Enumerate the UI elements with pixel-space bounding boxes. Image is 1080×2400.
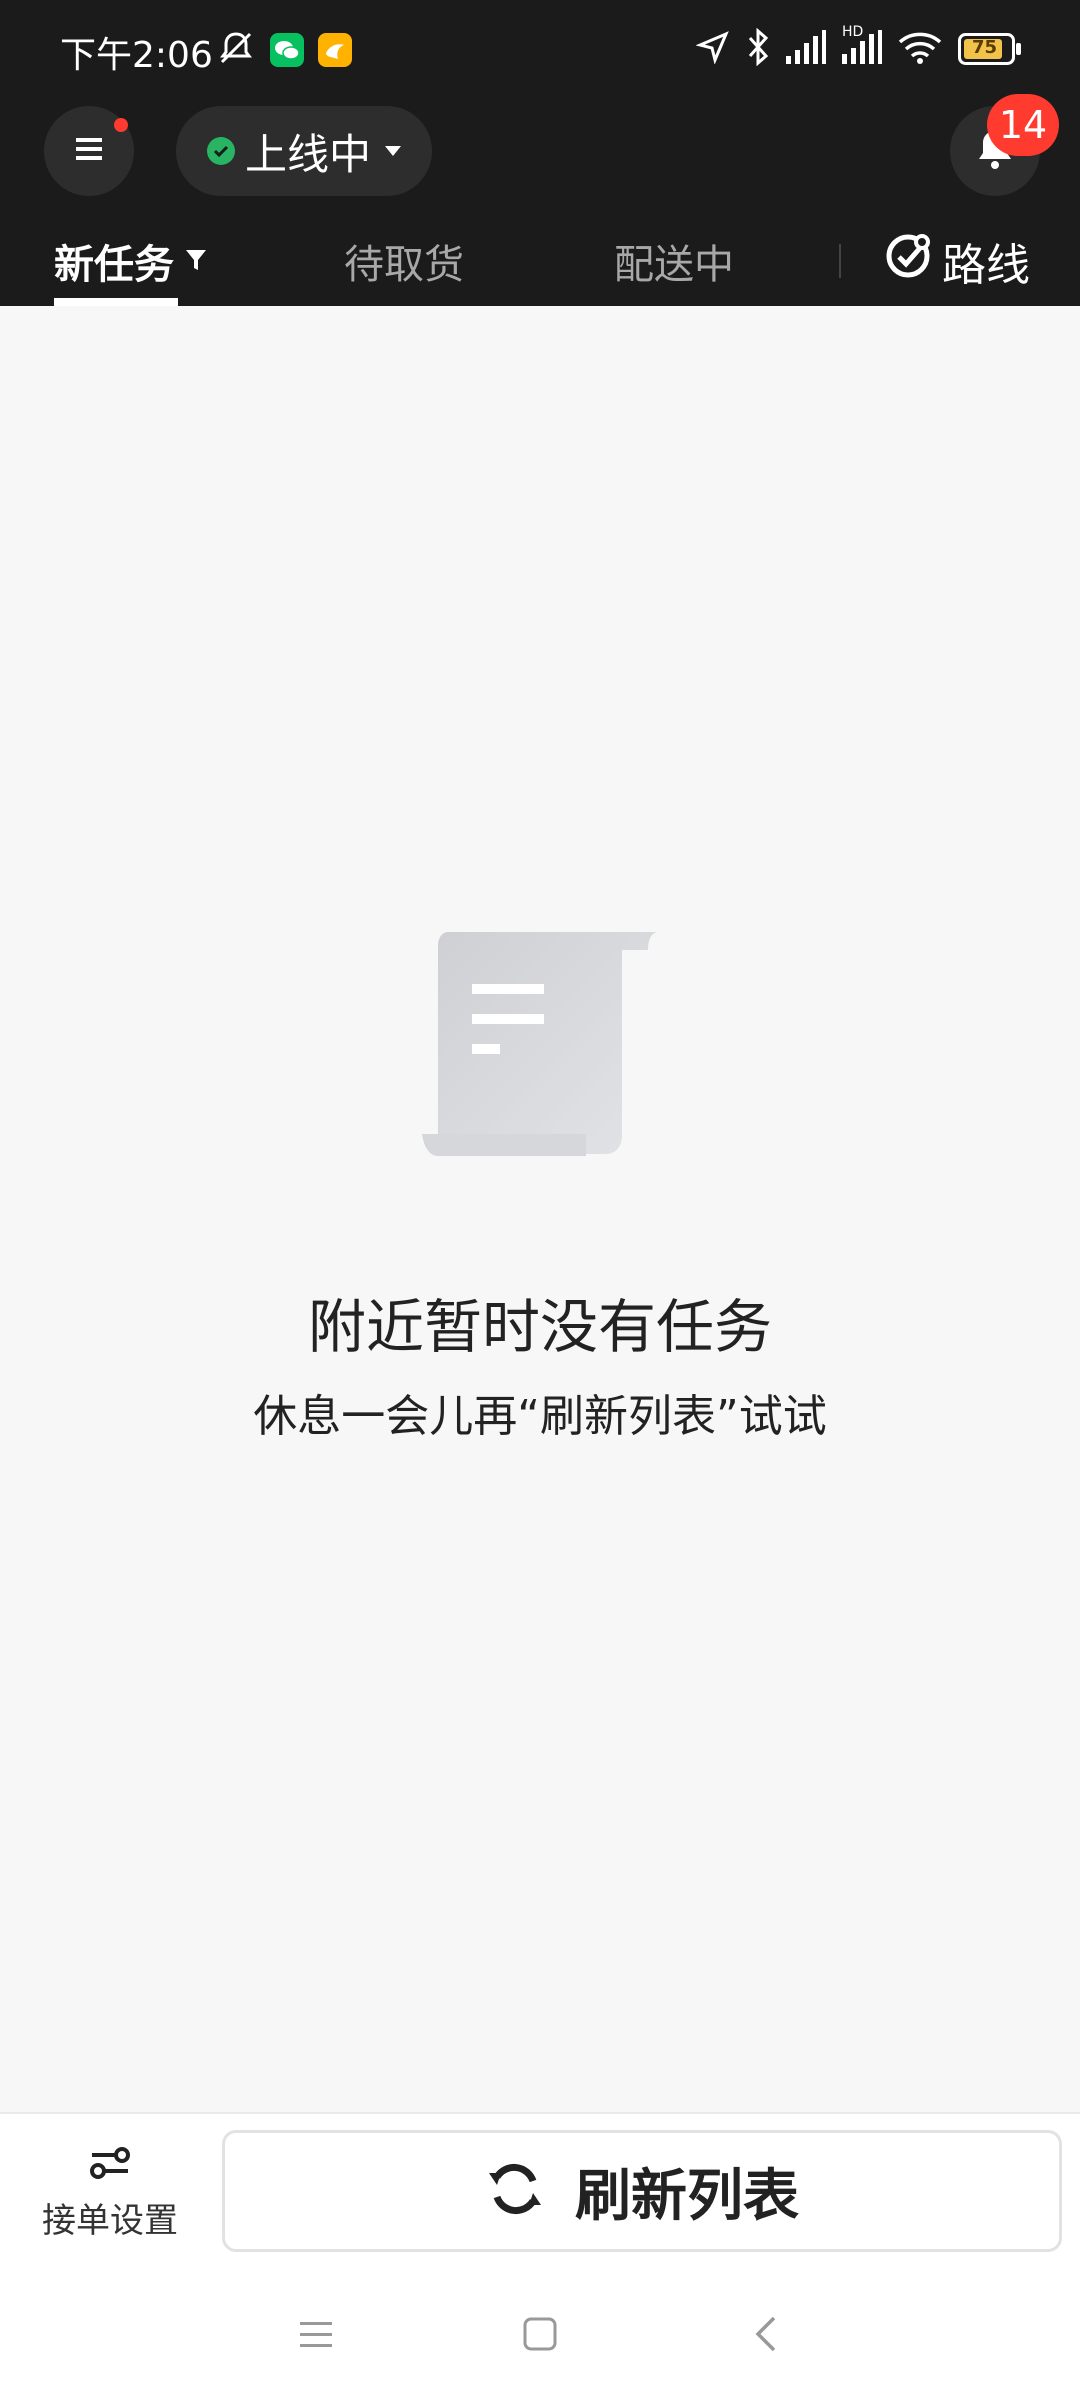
- tab-delivering[interactable]: 配送中: [614, 216, 734, 306]
- route-button[interactable]: 路线: [884, 216, 1030, 306]
- filter-icon: [184, 238, 208, 284]
- system-nav-bar: [0, 2270, 1080, 2400]
- unread-dot: [114, 118, 128, 132]
- menu-button[interactable]: [44, 106, 134, 196]
- bluetooth-icon: [746, 27, 770, 70]
- tab-label: 待取货: [344, 242, 464, 288]
- active-tab-indicator: [54, 298, 178, 306]
- route-label: 路线: [942, 240, 1030, 291]
- status-left-icons: [216, 28, 352, 72]
- recent-apps-icon[interactable]: [298, 2318, 334, 2356]
- tab-label: 新任务: [54, 242, 174, 288]
- refresh-list-button[interactable]: 刷新列表: [222, 2130, 1062, 2252]
- status-time: 下午2:06: [60, 35, 213, 76]
- route-icon: [884, 232, 932, 291]
- tab-awaiting-pickup[interactable]: 待取货: [344, 216, 464, 306]
- refresh-list-label: 刷新列表: [575, 2163, 799, 2229]
- tab-divider: [839, 244, 841, 278]
- wechat-icon: [270, 33, 304, 67]
- app-notification-icon: [318, 33, 352, 67]
- menu-icon: [74, 134, 104, 168]
- home-icon[interactable]: [522, 2316, 558, 2356]
- status-bar: 下午2:06 HD 75: [0, 0, 1080, 96]
- network-label: HD: [842, 24, 864, 40]
- document-scroll-icon: [420, 924, 660, 1168]
- status-right-icons: HD 75: [695, 24, 1022, 70]
- tab-label: 配送中: [614, 242, 734, 288]
- battery-icon: 75: [958, 33, 1022, 65]
- tab-new-tasks[interactable]: 新任务: [54, 216, 208, 306]
- check-circle-icon: [206, 137, 235, 165]
- app-header: 上线中 14 新任务 待取货 配送中 路线: [0, 94, 1080, 306]
- mute-notification-icon: [216, 28, 256, 72]
- bottom-action-bar: 接单设置 刷新列表: [0, 2112, 1080, 2272]
- wifi-icon: [898, 30, 942, 68]
- back-icon[interactable]: [752, 2314, 780, 2358]
- caret-down-icon: [385, 146, 401, 156]
- order-settings-button[interactable]: 接单设置: [0, 2114, 220, 2272]
- location-icon: [695, 30, 730, 68]
- empty-state-subtitle: 休息一会儿再“刷新列表”试试: [253, 1391, 827, 1442]
- order-settings-label: 接单设置: [42, 2200, 178, 2241]
- signal-hd-icon: HD: [842, 24, 882, 68]
- refresh-icon: [485, 2159, 545, 2223]
- online-status-label: 上线中: [244, 129, 371, 179]
- online-status-dropdown[interactable]: 上线中: [176, 106, 432, 196]
- notification-badge: 14: [987, 94, 1059, 156]
- battery-level: 75: [972, 37, 998, 58]
- task-tabs: 新任务 待取货 配送中 路线: [0, 216, 1080, 306]
- signal-icon: [786, 30, 826, 68]
- settings-slider-icon: [88, 2145, 132, 2185]
- empty-state-title: 附近暂时没有任务: [307, 1293, 772, 1361]
